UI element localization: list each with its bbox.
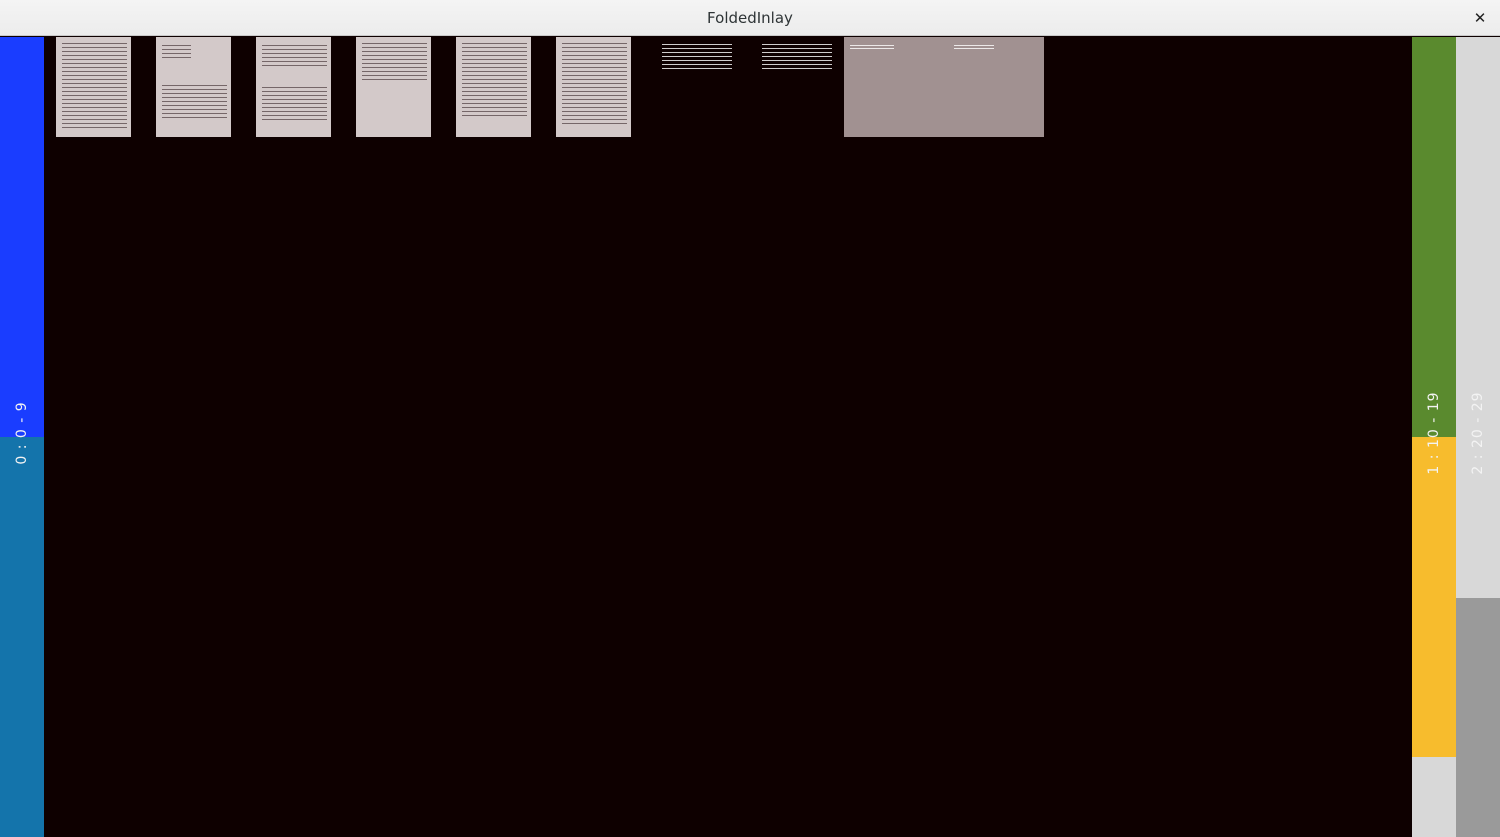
page-viewport[interactable] [44,37,1412,837]
right-outer-strip-bottom-segment [1456,598,1500,837]
right-outer-strip[interactable]: 2 : 20 - 29 [1456,37,1500,837]
left-side-strip[interactable]: 0 : 0 - 9 [0,37,44,837]
thumbnail-page-9[interactable] [844,37,1044,137]
window-titlebar: FoldedInlay ✕ [0,0,1500,36]
left-strip-bottom-segment [0,437,44,837]
thumbnail-page-4[interactable] [356,37,431,137]
right-inner-strip-label: 1 : 10 - 19 [1426,391,1442,475]
window-title: FoldedInlay [707,9,793,27]
thumbnail-page-6[interactable] [556,37,631,137]
thumbnail-page-7[interactable] [656,37,736,137]
right-outer-strip-top-segment [1456,37,1500,598]
thumbnail-page-3[interactable] [256,37,331,137]
right-outer-strip-label: 2 : 20 - 29 [1470,391,1486,475]
thumbnail-page-8[interactable] [756,37,836,137]
thumbnail-page-5[interactable] [456,37,531,137]
left-strip-label: 0 : 0 - 9 [14,401,30,465]
thumbnail-page-1[interactable] [56,37,131,137]
right-inner-strip-bottom-segment [1412,757,1456,837]
right-inner-strip[interactable]: 1 : 10 - 19 [1412,37,1456,837]
thumbnail-page-2[interactable] [156,37,231,137]
close-icon[interactable]: ✕ [1468,6,1492,30]
